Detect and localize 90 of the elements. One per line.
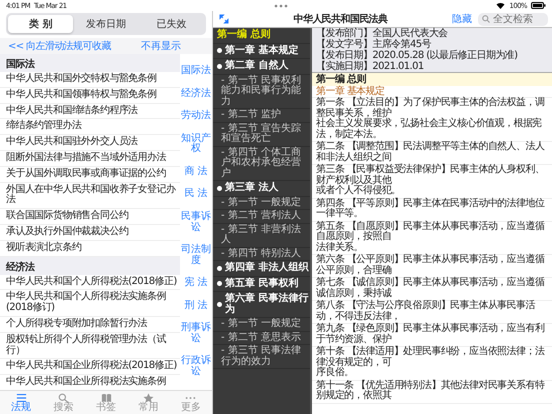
- bullet-icon: [217, 281, 222, 286]
- bullet-icon: [217, 302, 222, 307]
- search-icon: [482, 15, 490, 23]
- star-icon: [142, 392, 154, 402]
- category-index-item[interactable]: 行政诉讼: [180, 356, 212, 378]
- part-heading: 第一编 总则: [312, 73, 552, 86]
- law-list-item[interactable]: 个人所得税专项附加扣除暂行办法: [0, 316, 180, 333]
- metadata-line: 【发布日期】2020.05.28 (以最后修正日期为准): [316, 50, 518, 61]
- law-list-item[interactable]: 中华人民共和国驻外外交人员法: [0, 135, 180, 151]
- category-index-item[interactable]: 劳动法: [181, 111, 211, 122]
- category-index-item[interactable]: 宪 法: [184, 278, 208, 289]
- law-list-item[interactable]: 中华人民共和国个人所得税法(2018修正): [0, 274, 180, 290]
- toc-section-item[interactable]: - 第三节 民事法律行为的效力: [213, 345, 310, 369]
- segment-tab[interactable]: 类 别: [8, 15, 74, 33]
- law-list-item[interactable]: 中华人民共和国个人所得税法实施条例(2018修订): [0, 290, 180, 317]
- category-index-item[interactable]: 刑 法: [184, 300, 208, 312]
- article-text: 第四条 【平等原则】民事主体在民事活动中的法律地位一律平等。: [316, 198, 546, 220]
- toc-chapter-item[interactable]: 第四章 非法人组织: [225, 261, 310, 276]
- toc-chapter-item[interactable]: 第六章 民事法律行为: [225, 292, 310, 317]
- metadata-line: 【发布部门】全国人民代表大会: [316, 28, 449, 39]
- article-text: 第八条 【守法与公序良俗原则】民事主体从事民事活动，不得违反法律，: [316, 301, 536, 322]
- law-list-item[interactable]: 股权转让所得个人所得税管理办法（试行）: [0, 332, 180, 360]
- document-title: 中华人民共和国民法典: [292, 12, 389, 26]
- article-text: 法律关系。: [316, 242, 364, 253]
- category-index-item[interactable]: 民 法: [184, 189, 208, 200]
- book-icon: [100, 392, 112, 402]
- segment-tab[interactable]: 已失效: [138, 15, 204, 33]
- bullet-icon: [217, 186, 222, 191]
- article-text: 第二条 【调整范围】民法调整平等主体的自然人、法人和非法人组织之间: [316, 142, 546, 163]
- article-text: 第七条 【诚信原则】民事主体从事民事活动，应当遵循诚信原则，秉持诚: [316, 278, 546, 299]
- toc-chapter-item[interactable]: 第一章 基本规定: [225, 44, 310, 58]
- tab-bar-item[interactable]: 法规: [0, 392, 42, 413]
- article-text: 或者个人不得侵犯。: [316, 186, 402, 196]
- toc-section-item[interactable]: - 第二节 监护: [213, 109, 310, 122]
- article-text: 第三条 【民事权益受法律保护】民事主体的人身权利、财产权利以及其他: [316, 165, 546, 186]
- search-icon: [58, 392, 70, 402]
- article-text: 第一条 【立法目的】为了保护民事主体的合法权益，调整民事关系，维护: [316, 98, 546, 118]
- law-list-item[interactable]: 缔结条约管理办法: [0, 119, 180, 136]
- category-index-item[interactable]: 刑事诉讼: [180, 323, 212, 344]
- multitask-dots-icon[interactable]: [274, 4, 288, 8]
- article-text: 第九条 【绿色原则】民事主体从事民事活动，应当有利于节约资源、保护: [316, 324, 546, 345]
- article-text: 第十一条 【优先适用特别法】其他法律对民事关系有特别规定的，依照其: [316, 380, 546, 402]
- hide-button[interactable]: 隐藏: [452, 12, 472, 26]
- article-text: 第五条 【自愿原则】民事主体从事民事活动，应当遵循自愿原则，按照自: [316, 222, 546, 242]
- law-list-item[interactable]: 承认及执行外国仲裁裁决公约: [0, 224, 180, 241]
- law-list-item[interactable]: 联合国国际货物销售合同公约: [0, 209, 180, 225]
- expand-icon[interactable]: [219, 14, 229, 24]
- category-index-item[interactable]: 经济法: [181, 88, 211, 100]
- list-icon: [16, 392, 27, 402]
- toc-section-item[interactable]: - 第二节 营利法人: [213, 210, 310, 224]
- toc-section-item[interactable]: - 第二节 意思表示: [213, 332, 310, 345]
- law-list-item[interactable]: 关于从国外调取民事或商事证据的公约: [0, 166, 180, 183]
- law-list-item[interactable]: 中华人民共和国领事特权与豁免条例: [0, 88, 180, 104]
- category-index-item[interactable]: 商 法: [184, 166, 208, 178]
- bullet-icon: [217, 48, 222, 54]
- battery-icon: [530, 2, 546, 9]
- category-index-item[interactable]: 国际法: [181, 66, 211, 77]
- bullet-icon: [217, 266, 222, 271]
- wifi-icon: [496, 2, 506, 9]
- toc-chapter-item[interactable]: 第五章 民事权利: [225, 276, 310, 291]
- article-text: 序良俗。: [316, 368, 355, 378]
- toc-section-item[interactable]: - 第三节 宣告失踪和宣告死亡: [213, 122, 310, 146]
- swipe-hint: << 向左滑动法规可收藏: [8, 40, 111, 53]
- law-list-item[interactable]: 中华人民共和国缔结条约程序法: [0, 104, 180, 120]
- article-text: 社会主义发展要求，弘扬社会主义核心价值观，根据宪法，制定本法。: [316, 119, 543, 140]
- category-index-item[interactable]: 司法制度: [180, 245, 212, 266]
- toc-section-item[interactable]: - 第三节 非营利法人: [213, 224, 310, 248]
- metadata-line: 【发文字号】主席令第45号: [316, 39, 431, 50]
- law-list-item[interactable]: 外国人在中华人民共和国收养子女登记办法: [0, 182, 180, 210]
- category-index-item[interactable]: 知识产权: [180, 134, 212, 155]
- law-list-item[interactable]: 中华人民共和国企业所得税法(2018修正): [0, 359, 180, 376]
- toc-section-item[interactable]: - 第一节 民事权利能力和民事行为能力: [213, 74, 310, 109]
- section-header: 经济法: [0, 256, 180, 275]
- segment-tab[interactable]: 发布日期: [73, 15, 139, 33]
- article-text: 第十条 【法律适用】处理民事纠纷，应当依照法律；法律没有规定的，可: [316, 347, 546, 368]
- chapter-heading: 第一章 基本规定: [312, 86, 552, 98]
- law-list-item[interactable]: 阻断外国法律与措施不当域外适用办法: [0, 150, 180, 167]
- toc-section-item[interactable]: - 第一节 一般规定: [213, 196, 310, 210]
- section-header: 国际法: [0, 54, 180, 72]
- article-text: 第六条 【公平原则】民事主体从事民事活动，应当遵循公平原则，合理确: [316, 255, 546, 276]
- toc-section-item[interactable]: - 第四节 个体工商户和农村承包经营户: [213, 146, 310, 181]
- toc-section-item[interactable]: - 第一节 一般规定: [213, 318, 310, 332]
- category-index-item[interactable]: 民事诉讼: [180, 212, 212, 233]
- bullet-icon: [217, 64, 222, 69]
- toc-part-item[interactable]: 第一编 总则: [213, 28, 310, 44]
- toc-chapter-item[interactable]: 第二章 自然人: [225, 59, 310, 74]
- metadata-line: 【实施日期】2021.01.01: [316, 61, 425, 72]
- toc-section-item[interactable]: - 第四节 特别法人: [213, 248, 310, 261]
- toc-chapter-item[interactable]: 第三章 法人: [225, 181, 310, 196]
- law-list-item[interactable]: 中华人民共和国外交特权与豁免条例: [0, 72, 180, 88]
